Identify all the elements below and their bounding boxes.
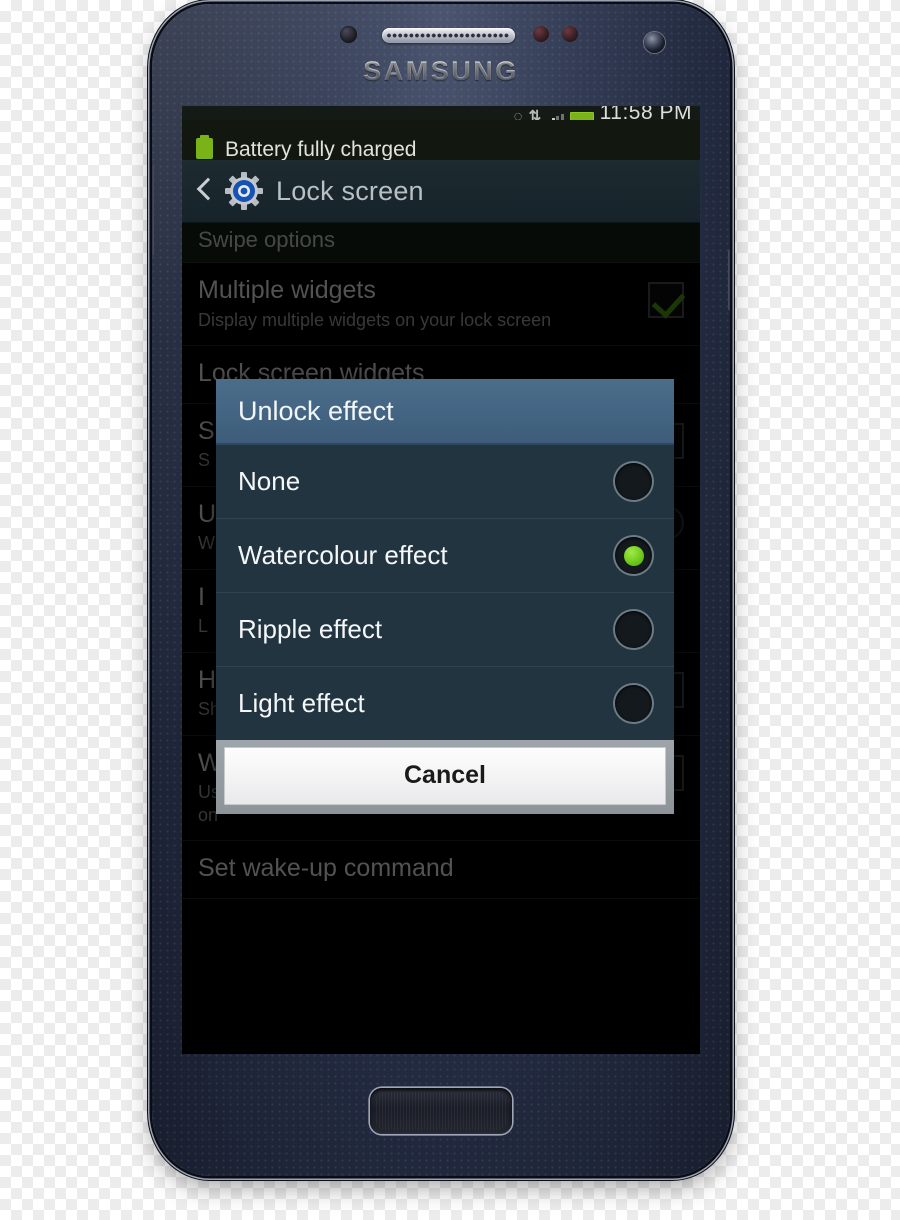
samsung-brand-logo: SAMSUNG [152,56,730,87]
front-camera-icon [644,32,665,53]
settings-gear-icon [224,171,264,211]
page-title: Lock screen [276,175,424,206]
list-item-set-wake-up-command[interactable]: Set wake-up command [182,841,700,899]
volume-button[interactable] [152,164,154,256]
option-row-ripple-effect[interactable]: Ripple effect [216,593,674,667]
phone-screen: ◌ ⇅ 11:58 PM Battery fully charged Lock … [182,106,700,1054]
battery-icon [196,134,213,159]
option-row-light-effect[interactable]: Light effect [216,667,674,740]
notification-row[interactable]: Battery fully charged [182,120,700,160]
option-row-watercolour-effect[interactable]: Watercolour effect [216,519,674,593]
dialog-option-list: None Watercolour effect Ripple effect Li… [216,445,674,740]
proximity-sensor-icon [340,26,357,43]
option-label: Watercolour effect [238,540,448,570]
light-sensor-icon [562,26,578,42]
list-item-title: Multiple widgets [198,276,376,304]
list-item-title: Set wake-up command [198,854,454,882]
power-button[interactable] [728,249,730,311]
earpiece-speaker-icon [382,28,515,43]
list-item-subtitle: Display multiple widgets on your lock sc… [198,309,552,330]
ir-sensor-icon [533,26,549,42]
speaker-mesh [387,32,510,39]
radio-ripple-effect[interactable] [615,611,652,648]
sync-icon: ◌ [513,108,523,120]
usb-transfer-icon: ⇅ [528,108,542,120]
checkbox-multiple-widgets[interactable] [648,282,684,318]
action-bar: Lock screen [182,160,700,223]
samsung-galaxy-phone: SAMSUNG ◌ ⇅ 11:58 PM Battery fully charg… [152,4,730,1176]
option-label: Ripple effect [238,614,383,644]
radio-none[interactable] [615,463,652,500]
notification-text: Battery fully charged [225,138,417,160]
signal-bars-icon [547,112,564,120]
radio-light-effect[interactable] [615,685,652,722]
option-label: Light effect [238,688,365,718]
list-item-multiple-widgets[interactable]: Multiple widgets Display multiple widget… [182,263,700,346]
option-label: None [238,466,301,496]
unlock-effect-dialog: Unlock effect None Watercolour effect Ri… [216,379,674,814]
dialog-title: Unlock effect [216,379,674,445]
battery-icon [569,112,594,120]
dialog-footer: Cancel [216,740,674,814]
radio-watercolour-effect[interactable] [615,537,652,574]
status-bar: ◌ ⇅ 11:58 PM [182,106,700,120]
option-row-none[interactable]: None [216,445,674,519]
back-chevron-icon[interactable] [196,177,212,205]
cancel-button[interactable]: Cancel [224,747,666,805]
screenshot-canvas: SAMSUNG ◌ ⇅ 11:58 PM Battery fully charg… [0,0,900,1220]
home-button[interactable] [370,1088,512,1134]
status-clock: 11:58 PM [599,106,692,120]
section-header-swipe-options: Swipe options [182,223,700,263]
